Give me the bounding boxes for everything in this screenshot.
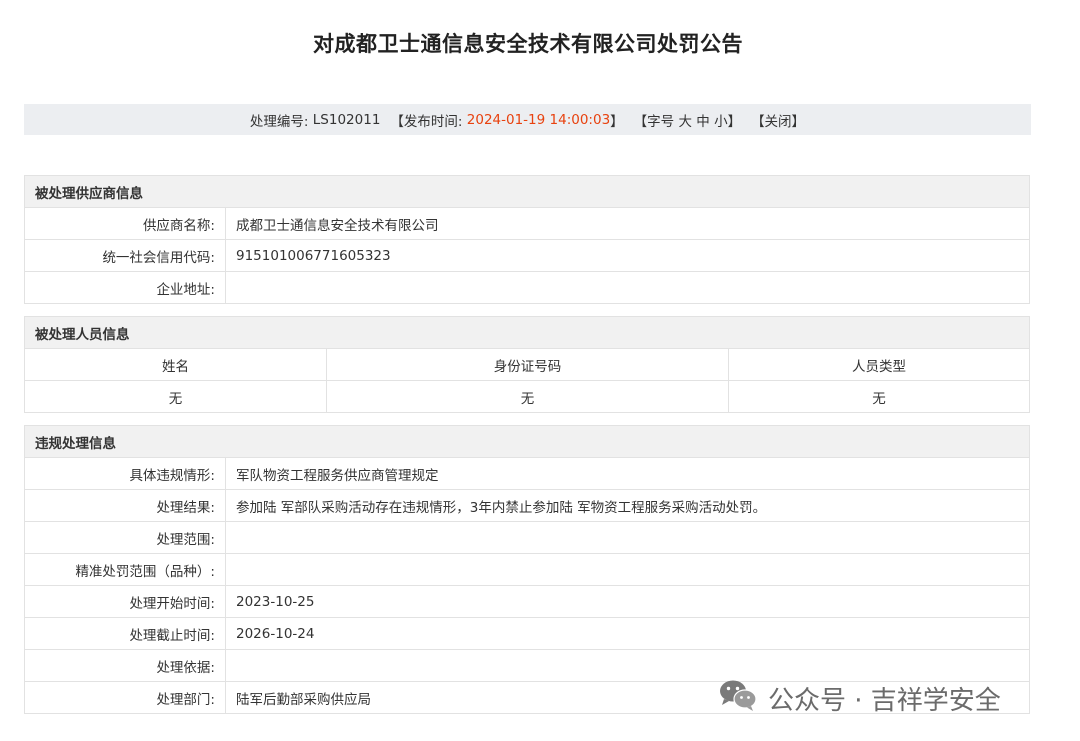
personnel-id-cell: 无 [326, 380, 729, 413]
meta-bar: 处理编号: LS102011 【发布时间: 2024-01-19 14:00:0… [24, 104, 1031, 135]
table-row: 处理结果: 参加陆 军部队采购活动存在违规情形，3年内禁止参加陆 军物资工程服务… [24, 489, 1030, 522]
credit-code-label: 统一社会信用代码: [24, 239, 226, 272]
result-value: 参加陆 军部队采购活动存在违规情形，3年内禁止参加陆 军物资工程服务采购活动处罚… [225, 489, 1030, 522]
supplier-heading: 被处理供应商信息 [24, 175, 1030, 208]
page-title: 对成都卫士通信息安全技术有限公司处罚公告 [313, 32, 743, 56]
violation-situation-label: 具体违规情形: [24, 457, 226, 490]
number-value: LS102011 [312, 111, 381, 128]
supplier-name-value: 成都卫士通信息安全技术有限公司 [225, 207, 1030, 240]
font-size-open: 【字号 [633, 113, 675, 130]
publish-time: 2024-01-19 14:00:03 [466, 111, 611, 128]
result-label: 处理结果: [24, 489, 226, 522]
table-row: 精准处罚范围（品种）: [24, 553, 1030, 586]
personnel-heading: 被处理人员信息 [24, 316, 1030, 349]
font-medium-link[interactable]: 中 [696, 110, 710, 130]
publish-open: 【发布时间: [390, 113, 463, 130]
column-header-type: 人员类型 [728, 348, 1030, 381]
column-header-id-number: 身份证号码 [326, 348, 729, 381]
personnel-type-cell: 无 [728, 380, 1030, 413]
column-header-name: 姓名 [24, 348, 327, 381]
font-small-link[interactable]: 小 [714, 110, 728, 130]
close-link[interactable]: 【关闭】 [751, 110, 805, 130]
address-value [225, 271, 1030, 304]
personnel-section: 被处理人员信息 姓名 身份证号码 人员类型 无 无 无 [24, 316, 1030, 413]
violation-heading: 违规处理信息 [24, 425, 1030, 458]
table-row: 企业地址: [24, 271, 1030, 304]
table-row: 处理开始时间: 2023-10-25 [24, 585, 1030, 618]
font-large-link[interactable]: 大 [678, 110, 692, 130]
personnel-name-cell: 无 [24, 380, 327, 413]
table-header-row: 姓名 身份证号码 人员类型 [24, 348, 1030, 381]
violation-situation-value: 军队物资工程服务供应商管理规定 [225, 457, 1030, 490]
table-row: 供应商名称: 成都卫士通信息安全技术有限公司 [24, 207, 1030, 240]
table-row: 具体违规情形: 军队物资工程服务供应商管理规定 [24, 457, 1030, 490]
table-row: 处理范围: [24, 521, 1030, 554]
supplier-section: 被处理供应商信息 供应商名称: 成都卫士通信息安全技术有限公司 统一社会信用代码… [24, 175, 1030, 304]
font-size-close: 】 [727, 113, 742, 130]
supplier-name-label: 供应商名称: [24, 207, 226, 240]
wechat-icon [718, 678, 758, 719]
number-label: 处理编号: [249, 113, 309, 130]
publish-close: 】 [610, 113, 624, 130]
scope-value [225, 521, 1030, 554]
address-label: 企业地址: [24, 271, 226, 304]
watermark-text: 公众号 · 吉祥学安全 [768, 685, 1001, 716]
end-date-label: 处理截止时间: [24, 617, 226, 650]
scope-label: 处理范围: [24, 521, 226, 554]
table-row: 统一社会信用代码: 915101006771605323 [24, 239, 1030, 272]
violation-section: 违规处理信息 具体违规情形: 军队物资工程服务供应商管理规定 处理结果: 参加陆… [24, 425, 1030, 714]
start-date-label: 处理开始时间: [24, 585, 226, 618]
table-row: 处理截止时间: 2026-10-24 [24, 617, 1030, 650]
watermark: 公众号 · 吉祥学安全 [718, 676, 1001, 720]
precise-scope-value [225, 553, 1030, 586]
department-label: 处理部门: [24, 681, 226, 714]
credit-code-value: 915101006771605323 [225, 239, 1030, 272]
end-date-value: 2026-10-24 [225, 617, 1030, 650]
precise-scope-label: 精准处罚范围（品种）: [24, 553, 226, 586]
start-date-value: 2023-10-25 [225, 585, 1030, 618]
table-row: 无 无 无 [24, 380, 1030, 413]
basis-label: 处理依据: [24, 649, 226, 682]
